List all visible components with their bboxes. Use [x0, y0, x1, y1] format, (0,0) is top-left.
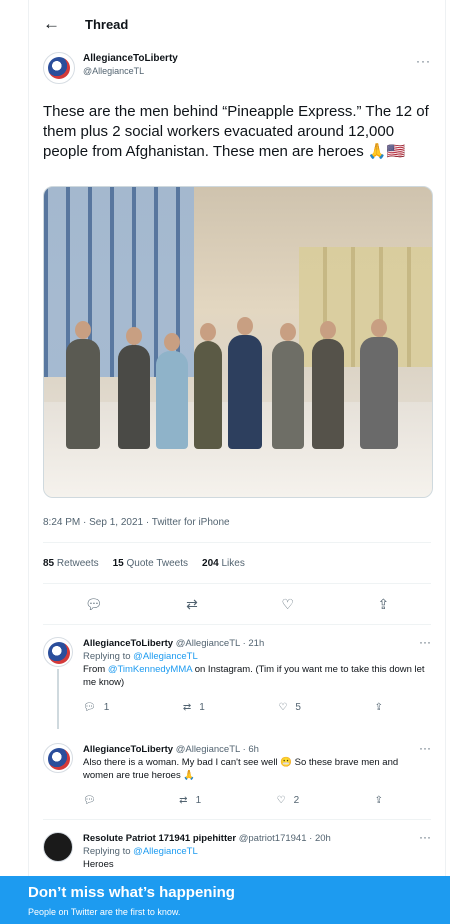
more-icon[interactable]: ··· — [419, 741, 431, 755]
reply-actions: 💬︎ 1 ⇄ 1 ♡ 5 ⇪ — [83, 697, 383, 717]
photo-person — [156, 333, 188, 449]
signup-banner[interactable]: Don’t miss what’s happening People on Tw… — [0, 876, 450, 924]
tweet-stats: 85 Retweets 15 Quote Tweets 204 Likes — [29, 543, 445, 583]
thread-header: ← Thread — [29, 0, 445, 48]
reply-icon: 💬︎ — [83, 794, 96, 806]
reply-actions: 💬︎ ⇄ 1 ♡ 2 ⇪ — [83, 790, 383, 810]
banner-title: Don’t miss what’s happening — [28, 884, 235, 901]
replying-to-link[interactable]: @AllegianceTL — [133, 651, 198, 662]
reply-tweet[interactable]: AllegianceToLiberty @AllegianceTL · 6h A… — [29, 731, 445, 819]
retweet-button[interactable]: ⇄1 — [183, 701, 205, 714]
more-icon[interactable]: ··· — [419, 635, 431, 649]
quotes-stat[interactable]: 15 Quote Tweets — [113, 558, 188, 569]
reply-icon[interactable]: 💬︎ — [85, 596, 103, 613]
share-icon[interactable]: ⇪ — [375, 794, 383, 807]
share-icon[interactable]: ⇪ — [377, 596, 389, 613]
reply-text: Heroes — [83, 859, 114, 870]
thread-column: ← Thread AllegianceToLiberty @Allegiance… — [28, 0, 446, 924]
reply-button[interactable]: 💬︎ — [83, 794, 104, 807]
thread-connector — [57, 669, 59, 729]
replying-to: Replying to @AllegianceTL — [83, 846, 198, 857]
photo-person — [194, 323, 222, 449]
banner-subtitle: People on Twitter are the first to know. — [28, 907, 181, 917]
reply-display-name[interactable]: Resolute Patriot 171941 pipehitter — [83, 833, 236, 844]
photo-person — [228, 317, 262, 449]
mention-link[interactable]: @TimKennedyMMA — [108, 664, 192, 675]
retweet-icon[interactable]: ⇄ — [186, 596, 198, 613]
like-icon: ♡ — [278, 701, 288, 713]
like-button[interactable]: ♡ 5 — [278, 701, 301, 714]
reply-button[interactable]: 💬︎ 1 — [83, 701, 109, 714]
page-title: Thread — [85, 16, 129, 32]
photo-person — [272, 323, 304, 449]
reply-handle-time: @AllegianceTL · 6h — [175, 744, 259, 755]
avatar[interactable] — [43, 832, 73, 862]
share-icon[interactable]: ⇪ — [375, 701, 383, 714]
like-icon: ♡ — [276, 794, 286, 806]
avatar[interactable] — [43, 52, 75, 84]
tweet-photo[interactable] — [43, 186, 433, 498]
photo-person — [118, 327, 150, 449]
like-icon[interactable]: ♡ — [281, 596, 294, 613]
retweet-icon: ⇄ — [182, 701, 192, 713]
retweets-stat[interactable]: 85 Retweets — [43, 558, 99, 569]
replying-to-link[interactable]: @AllegianceTL — [133, 846, 198, 857]
like-button[interactable]: ♡ 2 — [277, 794, 300, 807]
photo-person — [312, 321, 344, 449]
reply-icon: 💬︎ — [83, 701, 96, 713]
tweet-actions: 💬︎ ⇄ ♡ ⇪ — [29, 584, 445, 624]
likes-stat[interactable]: 204 Likes — [202, 558, 245, 569]
tweet-author: AllegianceToLiberty @AllegianceTL ··· — [29, 48, 445, 96]
author-display-name[interactable]: AllegianceToLiberty — [83, 52, 178, 65]
reply-tweet[interactable]: AllegianceToLiberty @AllegianceTL · 21h … — [29, 625, 445, 731]
reply-handle-time: @patriot171941 · 20h — [238, 833, 331, 844]
photo-person — [66, 321, 100, 449]
replying-to: Replying to @AllegianceTL — [83, 651, 198, 662]
reply-handle-time: @AllegianceTL · 21h — [175, 638, 265, 649]
reply-display-name[interactable]: AllegianceToLiberty — [83, 744, 173, 755]
author-handle[interactable]: @AllegianceTL — [83, 65, 178, 78]
reply-display-name[interactable]: AllegianceToLiberty — [83, 638, 173, 649]
tweet-timestamp[interactable]: 8:24 PM · Sep 1, 2021 · Twitter for iPho… — [29, 504, 445, 542]
arrow-left-icon[interactable]: ← — [43, 14, 63, 34]
reply-text: Also there is a woman. My bad I can't se… — [83, 757, 399, 781]
photo-person — [360, 319, 398, 449]
reply-text: From @TimKennedyMMA on Instagram. (Tim i… — [83, 664, 425, 688]
retweet-icon: ⇄ — [179, 794, 188, 806]
avatar[interactable] — [43, 743, 73, 773]
retweet-button[interactable]: ⇄1 — [179, 794, 201, 807]
more-icon[interactable]: ··· — [419, 830, 431, 844]
avatar[interactable] — [43, 637, 73, 667]
more-icon[interactable]: ··· — [416, 54, 431, 68]
tweet-text: These are the men behind “Pineapple Expr… — [43, 103, 429, 160]
